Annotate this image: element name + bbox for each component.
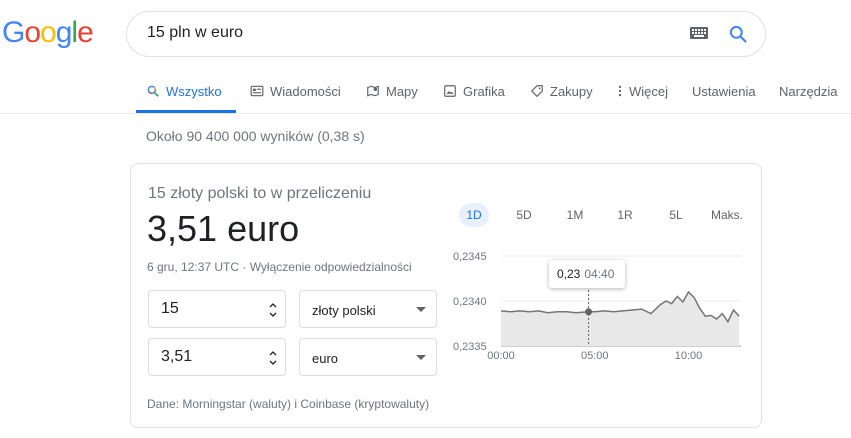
tab-shopping[interactable]: Zakupy: [530, 82, 593, 100]
search-icon[interactable]: [728, 24, 748, 44]
range-5l[interactable]: 5L: [668, 203, 684, 227]
to-currency-select[interactable]: euro: [299, 338, 437, 376]
search-tabs: Wszystko Wiadomości Mapy Grafika Zakupy: [0, 70, 851, 114]
from-amount-value: 15: [161, 300, 179, 317]
tab-label: Mapy: [386, 83, 418, 99]
news-icon: [250, 85, 264, 97]
range-1r[interactable]: 1R: [617, 203, 633, 227]
search-icon: [147, 85, 159, 97]
tag-icon: [530, 85, 543, 98]
hover-point: [585, 308, 593, 316]
to-amount-value: 3,51: [161, 348, 193, 365]
tab-tools[interactable]: Narzędzia: [779, 82, 838, 100]
logo-letter: o: [24, 16, 41, 49]
range-1m[interactable]: 1M: [565, 203, 585, 227]
chevron-down-icon: [416, 355, 426, 360]
search-box: [126, 11, 766, 57]
search-input[interactable]: [147, 24, 667, 42]
active-tab-indicator: [136, 110, 236, 113]
y-tick-label: 0,2335: [453, 341, 487, 353]
stepper-icon[interactable]: [269, 349, 277, 367]
tab-label: Zakupy: [550, 83, 593, 99]
stepper-icon[interactable]: [269, 301, 277, 319]
x-tick-label: 05:00: [581, 350, 609, 362]
result-stats: Około 90 400 000 wyników (0,38 s): [146, 128, 365, 144]
tab-images[interactable]: Grafika: [443, 82, 505, 100]
tab-news[interactable]: Wiadomości: [250, 82, 341, 100]
to-amount-field[interactable]: 3,51: [148, 338, 286, 376]
tab-label: Ustawienia: [692, 83, 756, 99]
chart-tooltip: 0,23 04:40: [549, 260, 625, 288]
to-currency-value: euro: [312, 351, 339, 366]
range-5d[interactable]: 5D: [516, 203, 532, 227]
tab-label: Więcej: [629, 83, 669, 99]
keyboard-icon[interactable]: [690, 27, 708, 39]
tab-all[interactable]: Wszystko: [146, 82, 222, 100]
conversion-timestamp: 6 gru, 12:37 UTC · Wyłączenie odpowiedzi…: [147, 260, 412, 274]
range-1d[interactable]: 1D: [459, 203, 489, 227]
from-currency-select[interactable]: złoty polski: [299, 290, 437, 328]
from-currency-value: złoty polski: [312, 303, 376, 318]
chevron-down-icon: [416, 307, 426, 312]
logo-letter: o: [40, 16, 57, 49]
range-max[interactable]: Maks.: [710, 203, 744, 227]
tab-label: Wszystko: [166, 83, 222, 99]
map-icon: [367, 85, 379, 97]
more-vert-icon: [618, 85, 622, 97]
tab-more[interactable]: Więcej: [617, 82, 668, 100]
timestamp-text[interactable]: 6 gru, 12:37 UTC · Wyłączenie odpowiedzi…: [147, 260, 412, 274]
tooltip-value: 0,23: [557, 267, 581, 281]
logo-letter: e: [77, 16, 94, 49]
conversion-result: 3,51 euro: [147, 208, 300, 249]
tooltip-time: 04:40: [584, 267, 615, 281]
y-tick-label: 0,2340: [453, 296, 487, 308]
logo-letter: G: [2, 16, 25, 49]
tab-label: Wiadomości: [270, 83, 341, 99]
logo-letter: g: [55, 16, 73, 49]
tab-settings[interactable]: Ustawienia: [692, 82, 756, 100]
x-tick-label: 00:00: [487, 350, 515, 362]
chart-area: [501, 292, 740, 346]
data-source: Dane: Morningstar (waluty) i Coinbase (k…: [147, 397, 430, 411]
google-logo[interactable]: Google: [2, 16, 94, 50]
y-tick-label: 0,2345: [453, 251, 487, 263]
image-icon: [444, 85, 456, 97]
currency-converter-card: 15 złoty polski to w przeliczeniu 3,51 e…: [130, 163, 762, 428]
x-tick-label: 10:00: [675, 350, 703, 362]
tab-maps[interactable]: Mapy: [366, 82, 418, 100]
from-amount-field[interactable]: 15: [148, 290, 286, 328]
tab-label: Grafika: [463, 83, 505, 99]
conversion-label: 15 złoty polski to w przeliczeniu: [148, 185, 372, 202]
tab-label: Narzędzia: [779, 83, 838, 99]
